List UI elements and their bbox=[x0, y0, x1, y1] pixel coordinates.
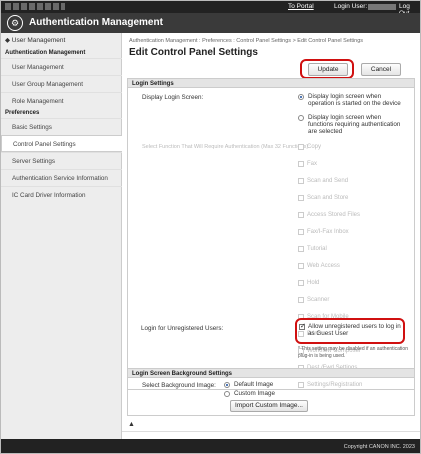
sidebar-section-authentication: Authentication Management bbox=[5, 50, 86, 56]
sidebar-item-role-management[interactable]: Role Management bbox=[1, 92, 122, 109]
login-user-name-redacted bbox=[368, 4, 396, 10]
back-to-top-icon[interactable]: ▲ bbox=[128, 421, 135, 428]
function-scan-send-checkbox[interactable] bbox=[298, 178, 304, 184]
function-hold-label: Hold bbox=[307, 280, 320, 286]
sidebar: ◆ User Management Authentication Managem… bbox=[1, 33, 123, 439]
sidebar-item-basic-settings[interactable]: Basic Settings bbox=[1, 118, 122, 135]
function-web-access-label: Web Access bbox=[307, 263, 340, 269]
update-button[interactable]: Update bbox=[308, 63, 348, 76]
sidebar-item-user-management[interactable]: User Management bbox=[1, 58, 122, 75]
function-tutorial-checkbox[interactable] bbox=[298, 246, 304, 252]
select-function-label: Select Function That Will Require Authen… bbox=[142, 144, 310, 150]
display-login-screen-label: Display Login Screen: bbox=[142, 94, 204, 101]
function-web-access-checkbox[interactable] bbox=[298, 263, 304, 269]
function-access-stored-label: Access Stored Files bbox=[307, 212, 361, 218]
app-title: Authentication Management bbox=[29, 17, 163, 28]
login-settings-heading: Login Settings bbox=[128, 79, 414, 88]
device-name-redacted bbox=[5, 3, 65, 10]
back-user-management-link[interactable]: ◆ User Management bbox=[5, 36, 65, 44]
authentication-gear-icon: ⚙ bbox=[7, 15, 23, 31]
guest-login-note: * This setting may be disabled if an aut… bbox=[298, 346, 408, 359]
top-bar: To Portal Login User: Log Out bbox=[1, 1, 420, 17]
main-content: Authentication Management : Preferences … bbox=[122, 33, 420, 439]
sidebar-item-server-settings[interactable]: Server Settings bbox=[1, 152, 122, 169]
display-login-on-start-radio[interactable] bbox=[298, 94, 304, 100]
function-copy-checkbox[interactable] bbox=[298, 144, 304, 150]
function-fax-checkbox[interactable] bbox=[298, 161, 304, 167]
page-title: Edit Control Panel Settings bbox=[129, 47, 258, 58]
function-access-stored-checkbox[interactable] bbox=[298, 212, 304, 218]
allow-guest-login-checkbox[interactable] bbox=[299, 322, 306, 330]
custom-image-text: Custom Image bbox=[234, 390, 275, 397]
login-user-label: Login User: bbox=[334, 3, 368, 10]
function-fax-inbox-checkbox[interactable] bbox=[298, 229, 304, 235]
function-scan-store-checkbox[interactable] bbox=[298, 195, 304, 201]
select-background-label: Select Background Image: bbox=[142, 382, 216, 389]
function-fax-label: Fax bbox=[307, 161, 318, 167]
unregistered-users-label: Login for Unregistered Users: bbox=[141, 325, 224, 332]
display-login-on-function-radio[interactable] bbox=[298, 115, 304, 121]
function-scan-send-label: Scan and Send bbox=[307, 178, 349, 184]
function-copy-label: Copy bbox=[307, 144, 322, 150]
function-fax-inbox-label: Fax/I-Fax Inbox bbox=[307, 229, 349, 235]
function-tutorial-label: Tutorial bbox=[307, 246, 327, 252]
allow-guest-login-text: Allow unregistered users to log in as Gu… bbox=[308, 323, 401, 337]
copyright-text: Copyright CANON INC. 2023 bbox=[343, 444, 415, 450]
display-login-on-function-text: Display login screen when functions requ… bbox=[308, 114, 401, 135]
function-scanner-label: Scanner bbox=[307, 297, 330, 303]
footer: Copyright CANON INC. 2023 bbox=[1, 439, 420, 453]
app-header: ⚙ Authentication Management bbox=[1, 13, 420, 33]
sidebar-item-ic-card-driver-info[interactable]: IC Card Driver Information bbox=[1, 186, 122, 203]
background-settings-heading: Login Screen Background Settings bbox=[128, 369, 414, 378]
sidebar-section-preferences: Preferences bbox=[5, 110, 40, 116]
function-hold-checkbox[interactable] bbox=[298, 280, 304, 286]
sidebar-item-user-group-management[interactable]: User Group Management bbox=[1, 75, 122, 92]
default-image-radio[interactable] bbox=[224, 382, 230, 388]
app-window: To Portal Login User: Log Out ⚙ Authenti… bbox=[0, 0, 421, 454]
function-scanner-checkbox[interactable] bbox=[298, 297, 304, 303]
sidebar-item-control-panel-settings[interactable]: Control Panel Settings bbox=[1, 135, 123, 152]
display-login-on-start-text: Display login screen when operation is s… bbox=[308, 93, 401, 107]
function-scan-store-label: Scan and Store bbox=[307, 195, 349, 201]
cancel-button[interactable]: Cancel bbox=[361, 63, 401, 76]
sidebar-item-auth-service-info[interactable]: Authentication Service Information bbox=[1, 169, 122, 186]
to-portal-link[interactable]: To Portal bbox=[288, 3, 314, 10]
import-custom-image-button[interactable]: Import Custom Image... bbox=[230, 400, 308, 412]
default-image-text: Default Image bbox=[234, 381, 274, 388]
breadcrumb: Authentication Management : Preferences … bbox=[129, 38, 364, 44]
custom-image-radio[interactable] bbox=[224, 391, 230, 397]
bottom-divider bbox=[122, 431, 420, 432]
background-settings-panel: Login Screen Background Settings Select … bbox=[127, 368, 415, 416]
